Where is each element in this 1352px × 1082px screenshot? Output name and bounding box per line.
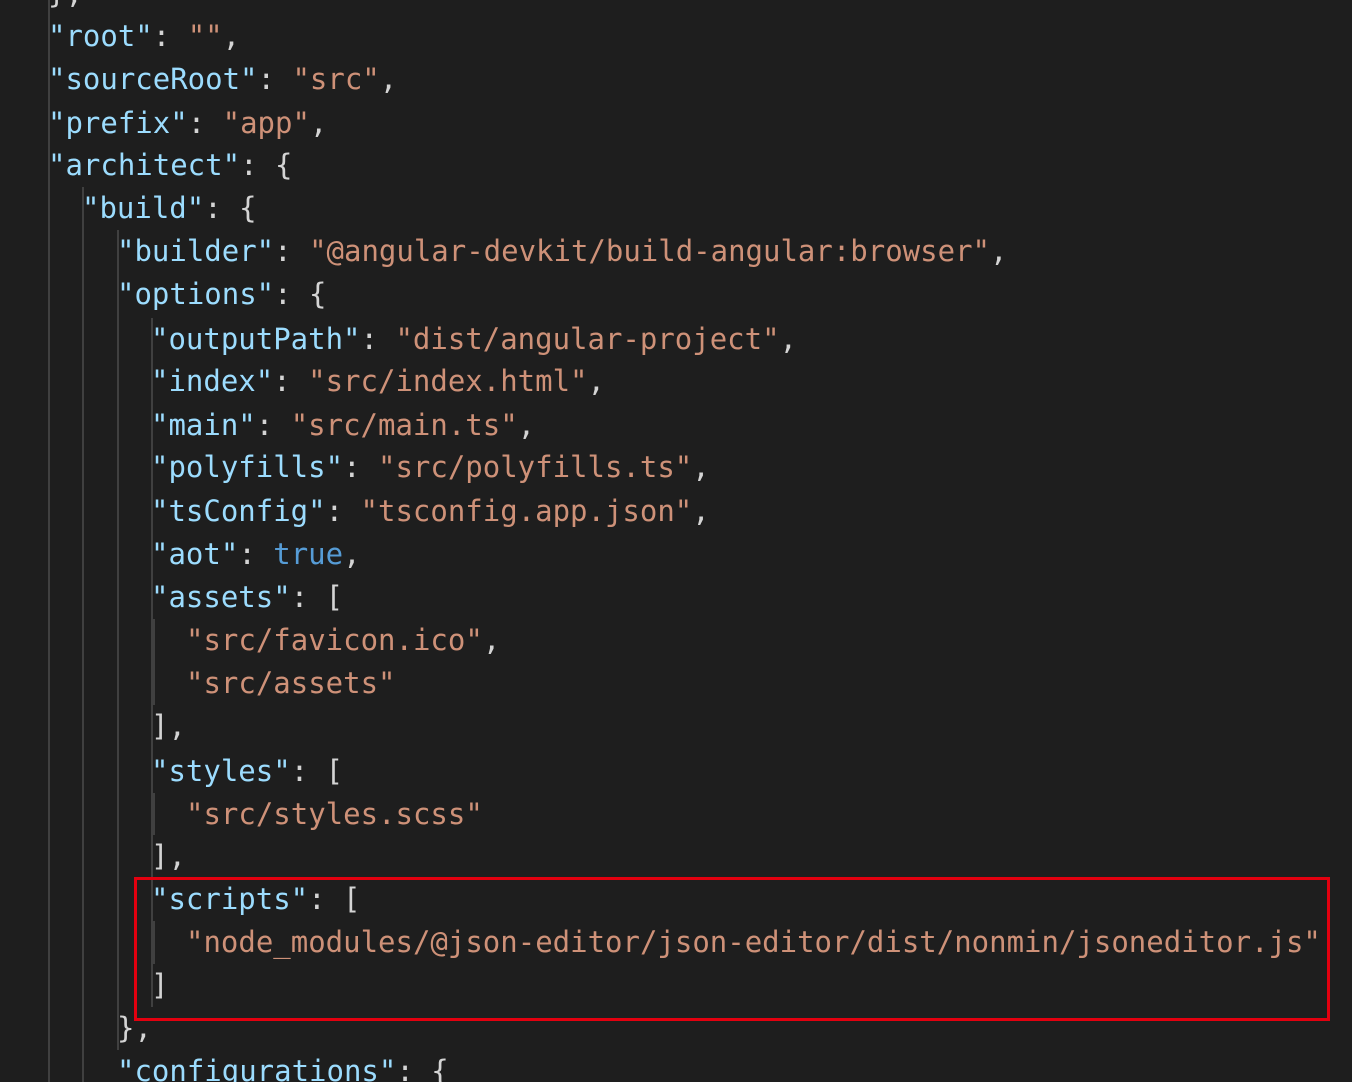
json-punctuation: , (343, 537, 361, 571)
code-line: "scripts": [ (151, 878, 361, 921)
json-string: "tsconfig.app.json" (360, 494, 693, 528)
json-key: "prefix" (48, 106, 188, 140)
json-key: "aot" (151, 537, 239, 571)
code-line: "styles": [ (151, 750, 343, 793)
code-line: "src/favicon.ico", (186, 619, 500, 662)
json-punctuation: : (187, 106, 223, 140)
json-string: "src" (292, 62, 380, 96)
json-string: "dist/angular-project" (395, 322, 780, 356)
json-punctuation: , (222, 19, 241, 53)
code-line: "builder": "@angular-devkit/build-angula… (117, 230, 1007, 273)
code-line: "sourceRoot": "src", (48, 58, 397, 101)
code-line: "root": "", (48, 15, 240, 58)
json-string: "src/favicon.ico" (186, 623, 483, 657)
json-keyword: true (273, 537, 344, 571)
json-key: "outputPath" (151, 322, 361, 356)
json-punctuation: : (274, 234, 310, 268)
json-punctuation: ], (151, 709, 186, 743)
json-punctuation: , (379, 62, 398, 96)
json-punctuation: : (360, 322, 396, 356)
code-line: "assets": [ (151, 576, 343, 619)
code-line: "architect": { (48, 144, 292, 187)
json-punctuation: : { (274, 277, 327, 311)
json-punctuation: , (989, 234, 1008, 268)
code-line: "index": "src/index.html", (151, 360, 605, 403)
code-line: "src/styles.scss" (186, 793, 483, 836)
indent-guide (153, 793, 155, 835)
code-line: }, (48, 0, 83, 15)
indent-guide (153, 619, 155, 705)
json-key: "builder" (117, 234, 275, 268)
indent-guide (82, 187, 84, 1082)
json-string: "src/styles.scss" (186, 797, 483, 831)
json-key: "scripts" (151, 882, 309, 916)
json-string: "@angular-devkit/build-angular:browser" (309, 234, 990, 268)
json-punctuation: : (238, 537, 274, 571)
json-key: "index" (151, 364, 274, 398)
json-punctuation: , (692, 450, 710, 484)
code-line: "options": { (117, 273, 327, 316)
json-string: "src/assets" (186, 666, 396, 700)
json-key: "sourceRoot" (48, 62, 258, 96)
code-line: "outputPath": "dist/angular-project", (151, 318, 797, 361)
code-line: "tsConfig": "tsconfig.app.json", (151, 490, 710, 533)
json-punctuation: : [ (308, 882, 361, 916)
json-punctuation: , (309, 106, 328, 140)
code-line: ], (151, 705, 186, 748)
code-line: ] (151, 964, 168, 1007)
json-key: "main" (151, 408, 256, 442)
json-punctuation: : { (396, 1054, 449, 1082)
indent-guide (117, 230, 119, 1050)
code-line: "main": "src/main.ts", (151, 404, 535, 447)
json-punctuation: : (273, 364, 309, 398)
json-punctuation: , (482, 623, 501, 657)
code-line: "node_modules/@json-editor/json-editor/d… (186, 921, 1321, 964)
json-string: "" (187, 19, 223, 53)
code-line: }, (117, 1007, 152, 1050)
json-string: "src/index.html" (308, 364, 588, 398)
json-punctuation: : (255, 408, 291, 442)
json-punctuation: ], (151, 839, 186, 873)
json-punctuation: ] (151, 968, 169, 1002)
json-punctuation: : [ (290, 754, 344, 788)
json-key: "architect" (48, 148, 241, 182)
json-punctuation: : (152, 19, 188, 53)
json-punctuation: : (343, 450, 378, 484)
json-key: "tsConfig" (151, 494, 326, 528)
code-line: ], (151, 835, 186, 878)
json-punctuation: }, (117, 1011, 152, 1045)
json-punctuation: , (779, 322, 798, 356)
json-punctuation: : (325, 494, 361, 528)
json-string: "src/polyfills.ts" (377, 450, 693, 484)
json-punctuation: : { (204, 191, 257, 225)
indent-guide (153, 921, 155, 964)
json-key: "polyfills" (151, 450, 344, 484)
json-punctuation: , (517, 408, 536, 442)
json-key: "styles" (151, 754, 291, 788)
code-editor[interactable]: },"root": "","sourceRoot": "src","prefix… (0, 0, 1352, 1082)
json-string: "src/main.ts" (290, 408, 518, 442)
code-line: "configurations": { (117, 1050, 449, 1082)
json-punctuation: , (692, 494, 710, 528)
json-string: "app" (222, 106, 310, 140)
json-key: "configurations" (117, 1054, 397, 1082)
code-line: "prefix": "app", (48, 102, 327, 145)
json-punctuation: , (587, 364, 605, 398)
json-punctuation: : [ (290, 580, 344, 614)
code-line: "build": { (82, 187, 257, 230)
json-key: "assets" (151, 580, 291, 614)
json-punctuation: }, (48, 0, 83, 10)
json-punctuation: : { (240, 148, 293, 182)
json-key: "build" (82, 191, 205, 225)
code-line: "src/assets" (186, 662, 396, 705)
json-key: "options" (117, 277, 275, 311)
json-punctuation: : (257, 62, 293, 96)
code-line: "aot": true, (151, 533, 361, 576)
code-line: "polyfills": "src/polyfills.ts", (151, 446, 710, 489)
json-string: "node_modules/@json-editor/json-editor/d… (186, 925, 1321, 959)
json-key: "root" (48, 19, 153, 53)
